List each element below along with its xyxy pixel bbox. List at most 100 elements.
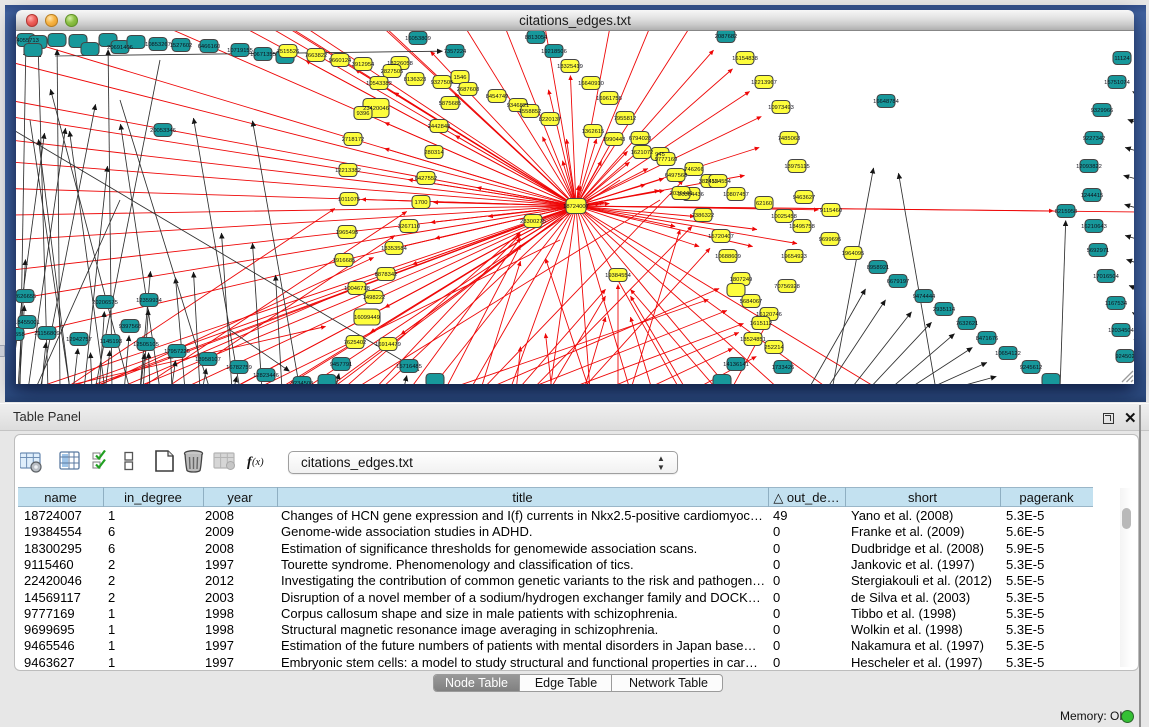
svg-text:10025458: 10025458 <box>771 214 797 220</box>
svg-text:9245612: 9245612 <box>1020 365 1043 371</box>
svg-text:3267110: 3267110 <box>398 224 420 230</box>
svg-text:1527602: 1527602 <box>170 43 193 49</box>
svg-text:1916685: 1916685 <box>333 258 356 264</box>
svg-text:9474444: 9474444 <box>913 294 936 300</box>
svg-text:1498222: 1498222 <box>363 295 386 301</box>
svg-text:7625402: 7625402 <box>344 340 367 346</box>
svg-text:1558852: 1558852 <box>519 109 542 115</box>
svg-text:10671355: 10671355 <box>250 52 276 58</box>
svg-text:1733426: 1733426 <box>772 365 795 371</box>
svg-text:8136323: 8136323 <box>404 77 427 83</box>
svg-text:18724007: 18724007 <box>563 204 589 210</box>
svg-text:1965495: 1965495 <box>336 230 359 236</box>
svg-text:9396: 9396 <box>357 111 370 117</box>
svg-text:13325419: 13325419 <box>557 64 583 70</box>
svg-text:5692971: 5692971 <box>1087 248 1110 254</box>
svg-text:16640910: 16640910 <box>578 81 604 87</box>
svg-text:8878342: 8878342 <box>375 272 398 278</box>
svg-text:16154838: 16154838 <box>732 56 758 62</box>
svg-text:1145193: 1145193 <box>100 339 122 345</box>
svg-text:8220137: 8220137 <box>539 117 562 123</box>
svg-text:12093822: 12093822 <box>1076 164 1102 170</box>
svg-text:5684067: 5684067 <box>740 299 763 305</box>
svg-text:70756928: 70756928 <box>774 284 800 290</box>
svg-text:13226058: 13226058 <box>387 61 413 67</box>
svg-text:15720407: 15720407 <box>708 234 734 240</box>
svg-text:252214: 252214 <box>764 345 784 351</box>
svg-text:9699695: 9699695 <box>819 237 842 243</box>
svg-text:9463627: 9463627 <box>793 195 816 201</box>
svg-text:14136141: 14136141 <box>723 362 749 368</box>
svg-text:9327505: 9327505 <box>431 80 454 86</box>
svg-text:16914479: 16914479 <box>375 342 401 348</box>
svg-text:391558: 391558 <box>16 332 25 338</box>
svg-text:18455001: 18455001 <box>16 320 40 326</box>
svg-text:2626655: 2626655 <box>16 294 36 300</box>
svg-text:10973493: 10973493 <box>768 105 794 111</box>
svg-text:2687608: 2687608 <box>457 87 480 93</box>
svg-text:10688609: 10688609 <box>715 254 741 260</box>
svg-text:12034504: 12034504 <box>1108 328 1134 334</box>
svg-text:15751074: 15751074 <box>1104 80 1131 86</box>
svg-text:20053346: 20053346 <box>150 128 176 134</box>
svg-text:11124: 11124 <box>1114 56 1130 62</box>
svg-text:6794028: 6794028 <box>629 136 652 142</box>
svg-text:9234508: 9234508 <box>291 381 314 384</box>
svg-text:9457791: 9457791 <box>330 362 353 368</box>
svg-text:10853267: 10853267 <box>145 42 171 48</box>
svg-text:7485063: 7485063 <box>778 136 801 142</box>
svg-text:2087682: 2087682 <box>715 34 738 40</box>
svg-text:20691406: 20691406 <box>107 45 133 51</box>
svg-text:1244415: 1244415 <box>1081 193 1104 199</box>
svg-text:20206575: 20206575 <box>92 300 118 306</box>
svg-text:10654122: 10654122 <box>995 351 1021 357</box>
svg-text:2718172: 2718172 <box>342 137 365 143</box>
svg-text:14055713: 14055713 <box>16 38 39 44</box>
svg-text:10719155: 10719155 <box>227 48 253 54</box>
svg-text:16782759: 16782759 <box>226 365 252 371</box>
svg-text:8958921: 8958921 <box>867 265 890 271</box>
svg-text:7357224: 7357224 <box>444 49 467 55</box>
svg-text:9227342: 9227342 <box>1083 136 1106 142</box>
svg-text:9115460: 9115460 <box>820 208 842 214</box>
svg-text:16210643: 16210643 <box>1081 224 1107 230</box>
svg-text:13495758: 13495758 <box>789 224 815 230</box>
svg-text:5875685: 5875685 <box>439 101 462 107</box>
svg-text:2442848: 2442848 <box>428 124 451 130</box>
svg-text:16961758: 16961758 <box>596 96 622 102</box>
svg-text:13958107: 13958107 <box>195 357 221 363</box>
svg-text:(x): (x) <box>252 457 264 468</box>
svg-text:8427552: 8427552 <box>415 176 438 182</box>
svg-text:9660124: 9660124 <box>329 58 352 64</box>
svg-text:7632621: 7632621 <box>956 321 979 327</box>
svg-text:1615112: 1615112 <box>750 321 772 327</box>
svg-text:1011075: 1011075 <box>338 197 360 203</box>
svg-text:10543382: 10543382 <box>366 81 392 87</box>
svg-text:19218506: 19218506 <box>541 49 567 55</box>
svg-text:8471676: 8471676 <box>976 336 999 342</box>
svg-text:12213967: 12213967 <box>751 80 777 86</box>
svg-text:7663822: 7663822 <box>305 53 328 59</box>
svg-text:23300275: 23300275 <box>520 219 546 225</box>
svg-text:16053809: 16053809 <box>405 36 431 42</box>
svg-text:6497568: 6497568 <box>665 173 688 179</box>
svg-text:17957225: 17957225 <box>164 349 190 355</box>
svg-text:13975115: 13975115 <box>784 164 809 170</box>
svg-text:2935114: 2935114 <box>933 307 956 313</box>
svg-text:1621072: 1621072 <box>631 150 654 156</box>
svg-text:1167534: 1167534 <box>1105 301 1128 307</box>
svg-text:12505105: 12505105 <box>133 342 159 348</box>
svg-text:13353584: 13353584 <box>381 246 408 252</box>
svg-text:2036444: 2036444 <box>670 191 693 197</box>
svg-text:2827505: 2827505 <box>381 69 404 75</box>
svg-text:6466160: 6466160 <box>198 44 221 50</box>
svg-text:12823446: 12823446 <box>253 373 279 379</box>
svg-text:1362615: 1362615 <box>582 129 605 135</box>
svg-text:12359934: 12359934 <box>136 298 163 304</box>
svg-text:1700: 1700 <box>415 200 428 206</box>
svg-text:12213382: 12213382 <box>335 168 361 174</box>
svg-text:1990443: 1990443 <box>603 137 626 143</box>
svg-text:16099449: 16099449 <box>354 315 380 321</box>
svg-text:1964095: 1964095 <box>842 251 865 257</box>
svg-text:17016504: 17016504 <box>1093 274 1120 280</box>
